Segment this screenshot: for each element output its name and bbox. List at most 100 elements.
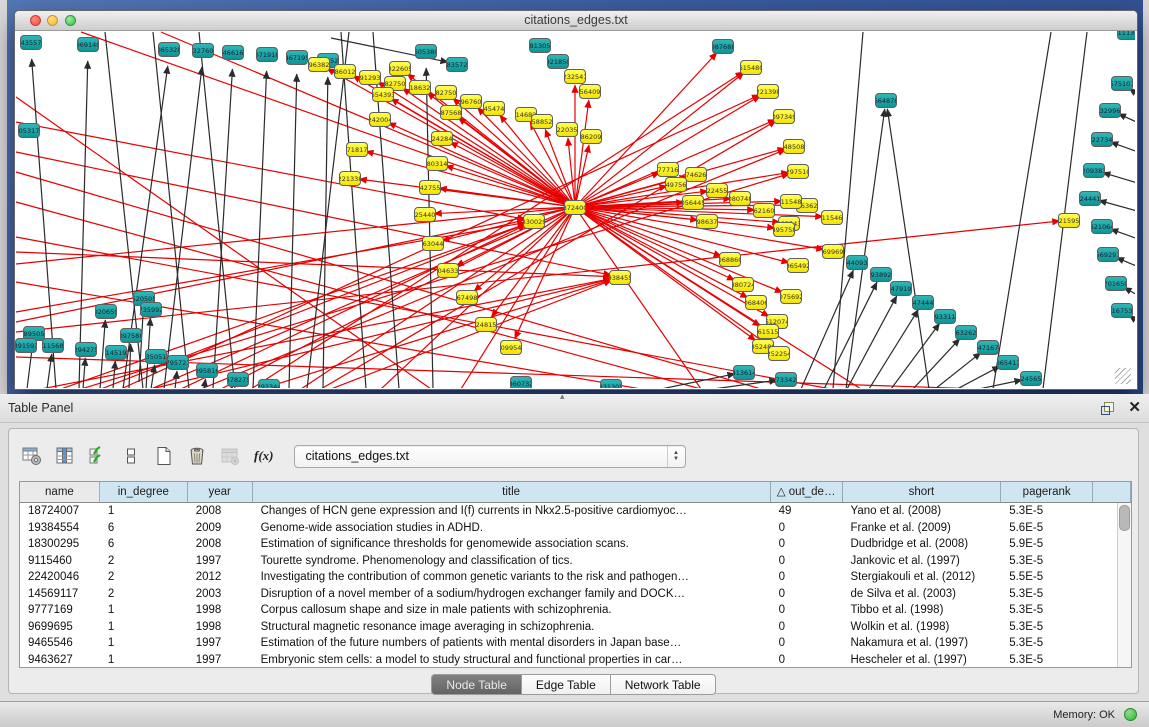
graph-canvas[interactable]: 1872400714355762069140610653287132760264… <box>15 31 1135 388</box>
table-cell[interactable]: Estimation of the future numbers of pati… <box>253 635 771 652</box>
table-cell[interactable]: 5.6E-5 <box>1001 520 1093 537</box>
graph-node[interactable]: 90975887 <box>120 328 142 343</box>
table-cell[interactable]: 0 <box>771 520 843 537</box>
table-cell[interactable]: 1 <box>100 602 188 619</box>
column-checklist-icon[interactable] <box>87 445 109 467</box>
graph-node[interactable]: 8099542 <box>500 340 522 355</box>
column-header-2[interactable]: year <box>188 482 253 503</box>
table-cell[interactable]: Corpus callosum shape and size in male p… <box>253 602 771 619</box>
table-cell[interactable]: 1998 <box>188 619 253 636</box>
resize-grip-icon[interactable] <box>1115 368 1131 384</box>
table-cell[interactable]: Genome-wide association studies in ADHD. <box>253 520 771 537</box>
table-cell[interactable]: Structural magnetic resonance image aver… <box>253 619 771 636</box>
graph-node[interactable]: 17359924 <box>140 302 162 317</box>
table-mode-icon[interactable] <box>21 445 43 467</box>
table-cell[interactable]: 2012 <box>188 569 253 586</box>
graph-node[interactable]: 5938924 <box>870 267 892 282</box>
graph-node[interactable]: 12923446 <box>258 379 280 388</box>
graph-node[interactable]: 8220357 <box>556 122 578 137</box>
table-cell[interactable]: 19384554 <box>20 520 100 537</box>
table-row[interactable]: 969969511998Structural magnetic resonanc… <box>20 619 1131 636</box>
column-header-4[interactable]: △ out_de… <box>771 482 843 503</box>
table-cell[interactable]: 5.3E-5 <box>1001 635 1093 652</box>
graph-node[interactable]: 1327602 <box>192 43 214 58</box>
graph-node[interactable]: 9777169 <box>657 162 679 177</box>
table-cell[interactable]: 0 <box>771 586 843 603</box>
table-cell[interactable]: 1 <box>100 652 188 669</box>
table-cell[interactable]: Franke et al. (2009) <box>843 520 1002 537</box>
table-cell[interactable]: Wolkin et al. (1998) <box>843 619 1002 636</box>
graph-node[interactable]: 391593 <box>15 338 37 353</box>
graph-node[interactable]: 6479197 <box>890 281 912 296</box>
table-cell[interactable]: Yano et al. (2008) <box>843 503 1002 520</box>
table-cell[interactable]: 5.5E-5 <box>1001 569 1093 586</box>
table-cell[interactable]: 2008 <box>188 503 253 520</box>
table-cell[interactable]: 2 <box>100 586 188 603</box>
graph-node[interactable]: 12325419 <box>564 69 586 84</box>
graph-node[interactable]: 1167533 <box>1111 303 1133 318</box>
table-cell[interactable]: 5.9E-5 <box>1001 536 1093 553</box>
graph-node[interactable]: 16782759 <box>227 372 249 387</box>
graph-node[interactable]: 2053170 <box>18 123 40 138</box>
column-header-5[interactable]: short <box>843 482 1002 503</box>
graph-node[interactable]: 12975105 <box>787 164 809 179</box>
show-columns-icon[interactable] <box>54 445 76 467</box>
table-cell[interactable]: 5.3E-5 <box>1001 503 1093 520</box>
graph-node[interactable]: 9827508 <box>435 85 457 100</box>
graph-node[interactable]: 1248153 <box>475 317 497 332</box>
table-row[interactable]: 1872400712008Changes of HCN gene express… <box>20 503 1131 520</box>
table-cell[interactable]: 9463627 <box>20 652 100 669</box>
graph-node[interactable]: 8860128 <box>334 64 356 79</box>
table-cell[interactable]: 6 <box>100 520 188 537</box>
tab-edge-table[interactable]: Edge Table <box>522 674 611 695</box>
graph-node[interactable]: 7632621 <box>955 325 977 340</box>
table-cell[interactable]: Tourette syndrome. Phenomenology and cla… <box>253 553 771 570</box>
graph-node[interactable]: 1111304 <box>1117 31 1135 40</box>
graph-node[interactable]: 10973493 <box>773 109 795 124</box>
graph-node[interactable]: 19218506 <box>547 54 569 69</box>
table-cell[interactable]: 9699695 <box>20 619 100 636</box>
graph-node[interactable]: 2967608 <box>460 94 482 109</box>
table-cell[interactable]: Dudbridge et al. (2008) <box>843 536 1002 553</box>
graph-node[interactable]: 10653287 <box>158 42 180 57</box>
graph-node[interactable]: 1350513 <box>145 349 167 364</box>
graph-node[interactable]: 9224554 <box>706 183 728 198</box>
graph-node[interactable]: 7674980 <box>456 290 478 305</box>
graph-node[interactable]: 9046330 <box>437 263 459 278</box>
table-cell[interactable]: Estimation of significance thresholds fo… <box>253 536 771 553</box>
close-panel-icon[interactable]: ✕ <box>1128 401 1141 415</box>
graph-node[interactable]: 10756928 <box>780 289 802 304</box>
table-row[interactable]: 2242004622012Investigating the contribut… <box>20 569 1131 586</box>
table-cell[interactable]: de Silva et al. (2003) <box>843 586 1002 603</box>
column-header-3[interactable]: title <box>253 482 771 503</box>
table-cell[interactable]: 5.3E-5 <box>1001 619 1093 636</box>
table-cell[interactable]: 0 <box>771 536 843 553</box>
graph-node[interactable]: 12093832 <box>1083 163 1105 178</box>
table-row[interactable]: 977716911998Corpus callosum shape and si… <box>20 602 1131 619</box>
table-cell[interactable]: Stergiakouli et al. (2012) <box>843 569 1002 586</box>
graph-node[interactable]: 15692971 <box>1097 247 1119 262</box>
graph-node[interactable]: 14136141 <box>733 365 755 380</box>
table-cell[interactable]: 1 <box>100 635 188 652</box>
graph-node[interactable]: 19384554 <box>609 270 631 285</box>
graph-node[interactable]: 2933114 <box>934 309 956 324</box>
graph-node[interactable]: 9875685 <box>440 105 462 120</box>
graph-node[interactable]: 12942757 <box>75 342 97 357</box>
dropdown-stepper-icon[interactable]: ▲▼ <box>667 446 685 467</box>
tab-node-table[interactable]: Node Table <box>431 674 522 695</box>
table-source-dropdown[interactable]: citations_edges.txt ▲▼ <box>294 445 686 468</box>
table-cell[interactable]: 0 <box>771 602 843 619</box>
rows-icon[interactable] <box>120 445 142 467</box>
table-cell[interactable]: Nakamura et al. (1997) <box>843 635 1002 652</box>
table-cell[interactable]: 9777169 <box>20 602 100 619</box>
graph-node[interactable]: 7630443 <box>422 236 444 251</box>
graph-node[interactable]: 8215958 <box>1058 213 1080 228</box>
graph-node[interactable]: 831305 <box>600 379 622 388</box>
graph-node[interactable]: 6466160 <box>222 45 244 60</box>
column-header-6[interactable]: pagerank <box>1001 482 1093 503</box>
table-cell[interactable]: 49 <box>771 503 843 520</box>
table-cell[interactable]: 0 <box>771 652 843 669</box>
graph-node[interactable]: 10719188 <box>256 47 278 62</box>
graph-node[interactable]: 14671958 <box>286 50 308 65</box>
graph-node[interactable]: 1145199 <box>105 345 127 360</box>
